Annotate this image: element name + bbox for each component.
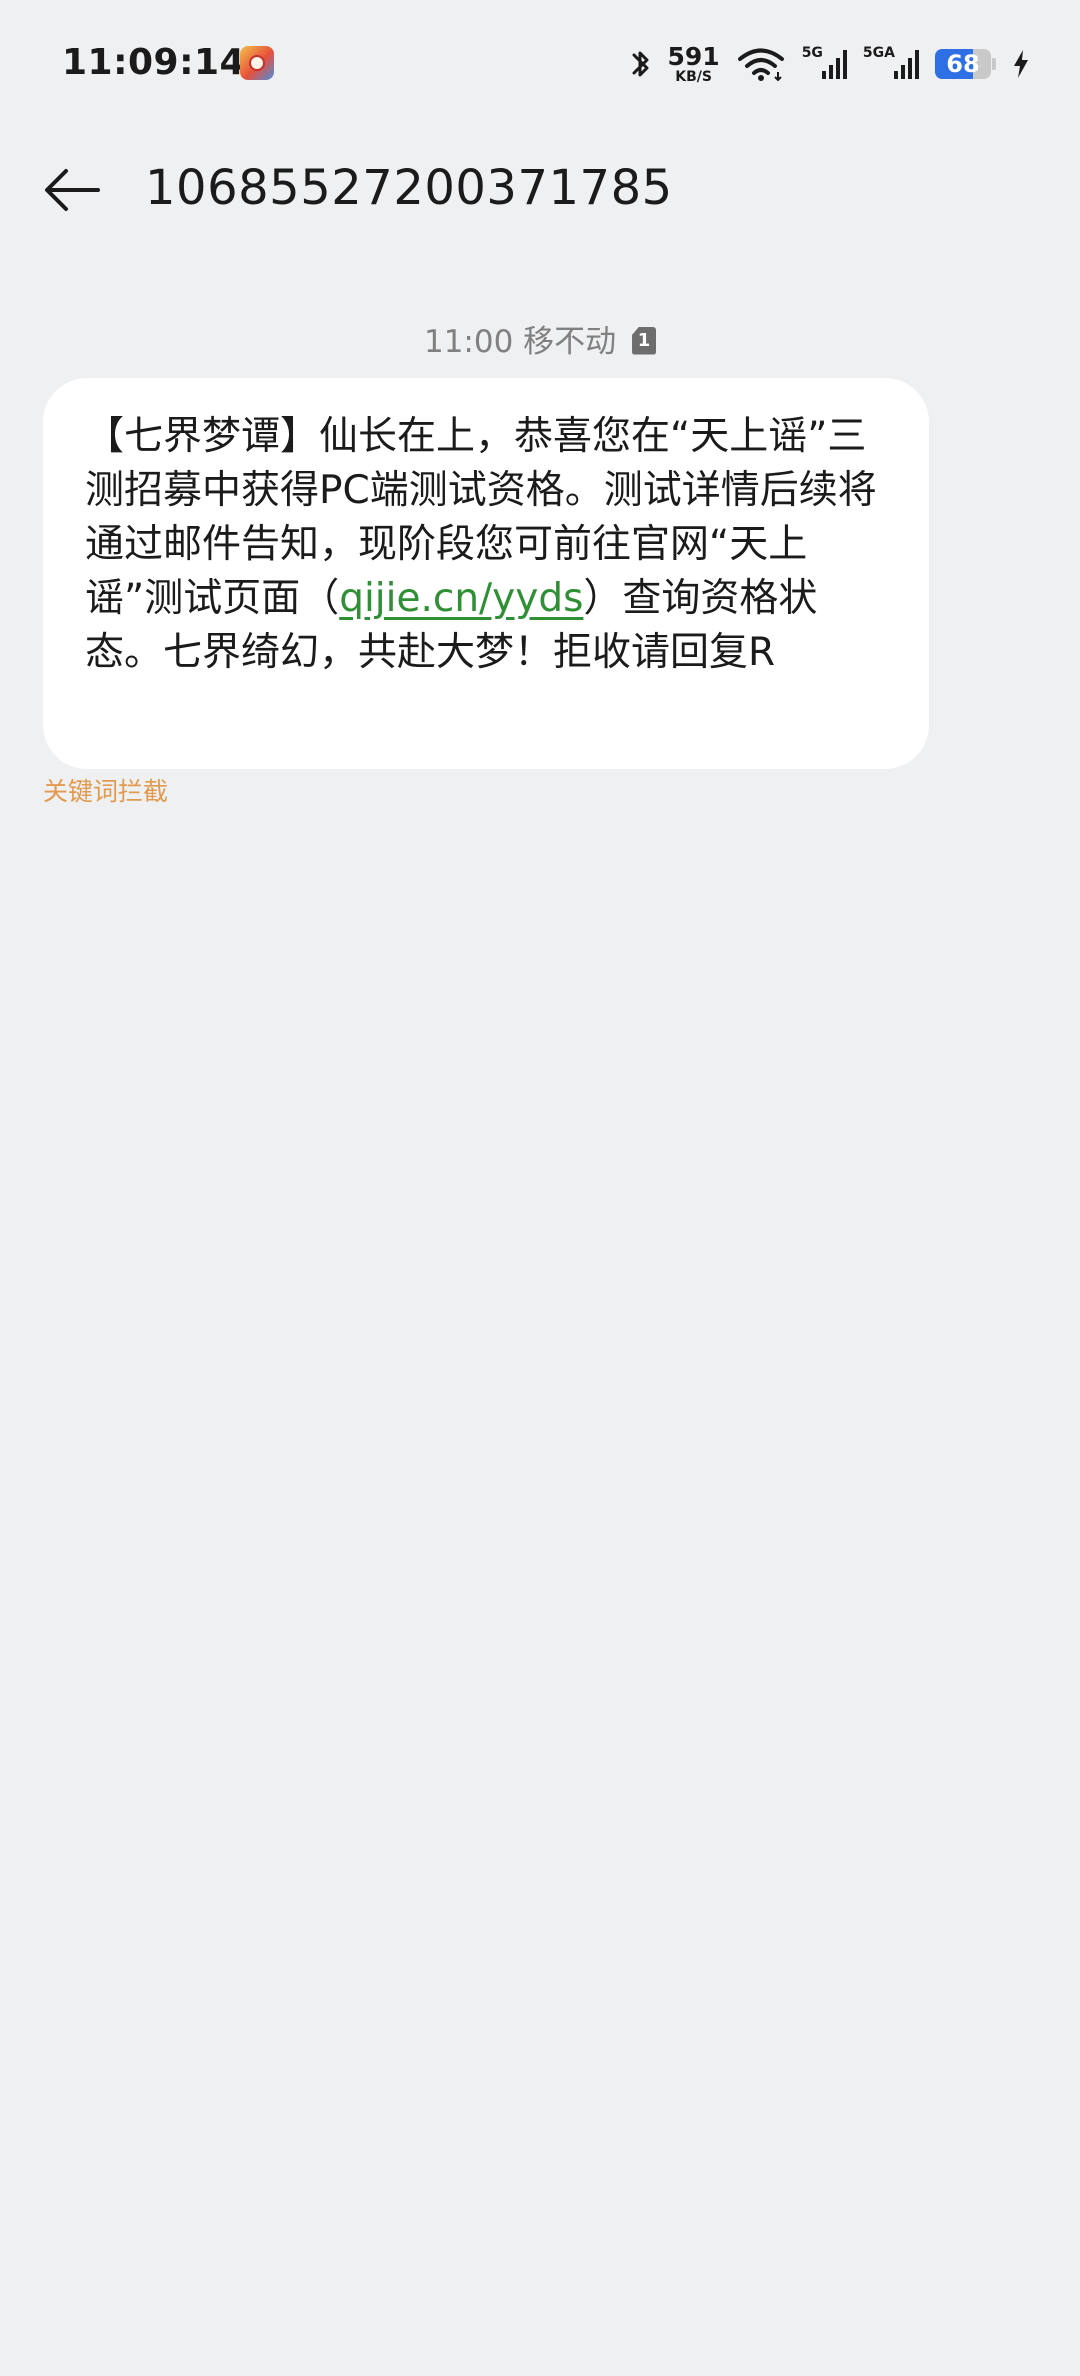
network-speed-value: 591 <box>667 42 720 71</box>
message-time: 11:00 <box>423 324 514 360</box>
wifi-icon <box>736 46 786 82</box>
bluetooth-icon <box>630 46 652 82</box>
battery-indicator: 68 <box>935 49 996 79</box>
charging-icon <box>1012 48 1030 80</box>
battery-cap <box>992 58 996 70</box>
back-arrow-icon <box>45 169 100 211</box>
signal-bars-icon <box>821 50 847 79</box>
sim-card-icon: 1 <box>632 326 657 355</box>
message-text: 【七界梦谭】仙长在上，恭喜您在“天上谣”三测招募中获得PC端测试资格。测试详情后… <box>85 410 889 680</box>
cellular-signal-5g: 5G <box>801 45 847 81</box>
app-notification-icon <box>240 46 274 80</box>
status-bar: 11:09:14 591 KB/S 5G 5GA 68 <box>0 0 1080 130</box>
page-title: 10685527200371785 <box>145 160 673 216</box>
battery-icon: 68 <box>935 49 991 79</box>
keyword-block-label[interactable]: 关键词拦截 <box>43 772 168 808</box>
network-speed: 591 KB/S <box>668 44 720 84</box>
back-button[interactable] <box>36 158 108 222</box>
cellular-5ga-label: 5GA <box>862 45 895 61</box>
message-bubble[interactable]: 【七界梦谭】仙长在上，恭喜您在“天上谣”三测招募中获得PC端测试资格。测试详情后… <box>43 378 929 769</box>
conversation-header: 10685527200371785 <box>0 140 1080 240</box>
battery-level: 68 <box>946 50 980 78</box>
cellular-5g-label: 5G <box>801 45 823 61</box>
status-icons: 591 KB/S 5G 5GA 68 <box>630 44 1031 84</box>
cellular-signal-5ga: 5GA <box>862 45 919 81</box>
message-meta: 11:00 移不动 1 <box>0 316 1080 361</box>
message-link[interactable]: qijie.cn/yyds <box>339 576 583 621</box>
status-time: 11:09:14 <box>62 42 246 83</box>
carrier-name: 移不动 <box>523 324 617 360</box>
network-speed-unit: KB/S <box>675 69 712 85</box>
signal-bars-icon <box>894 50 919 79</box>
